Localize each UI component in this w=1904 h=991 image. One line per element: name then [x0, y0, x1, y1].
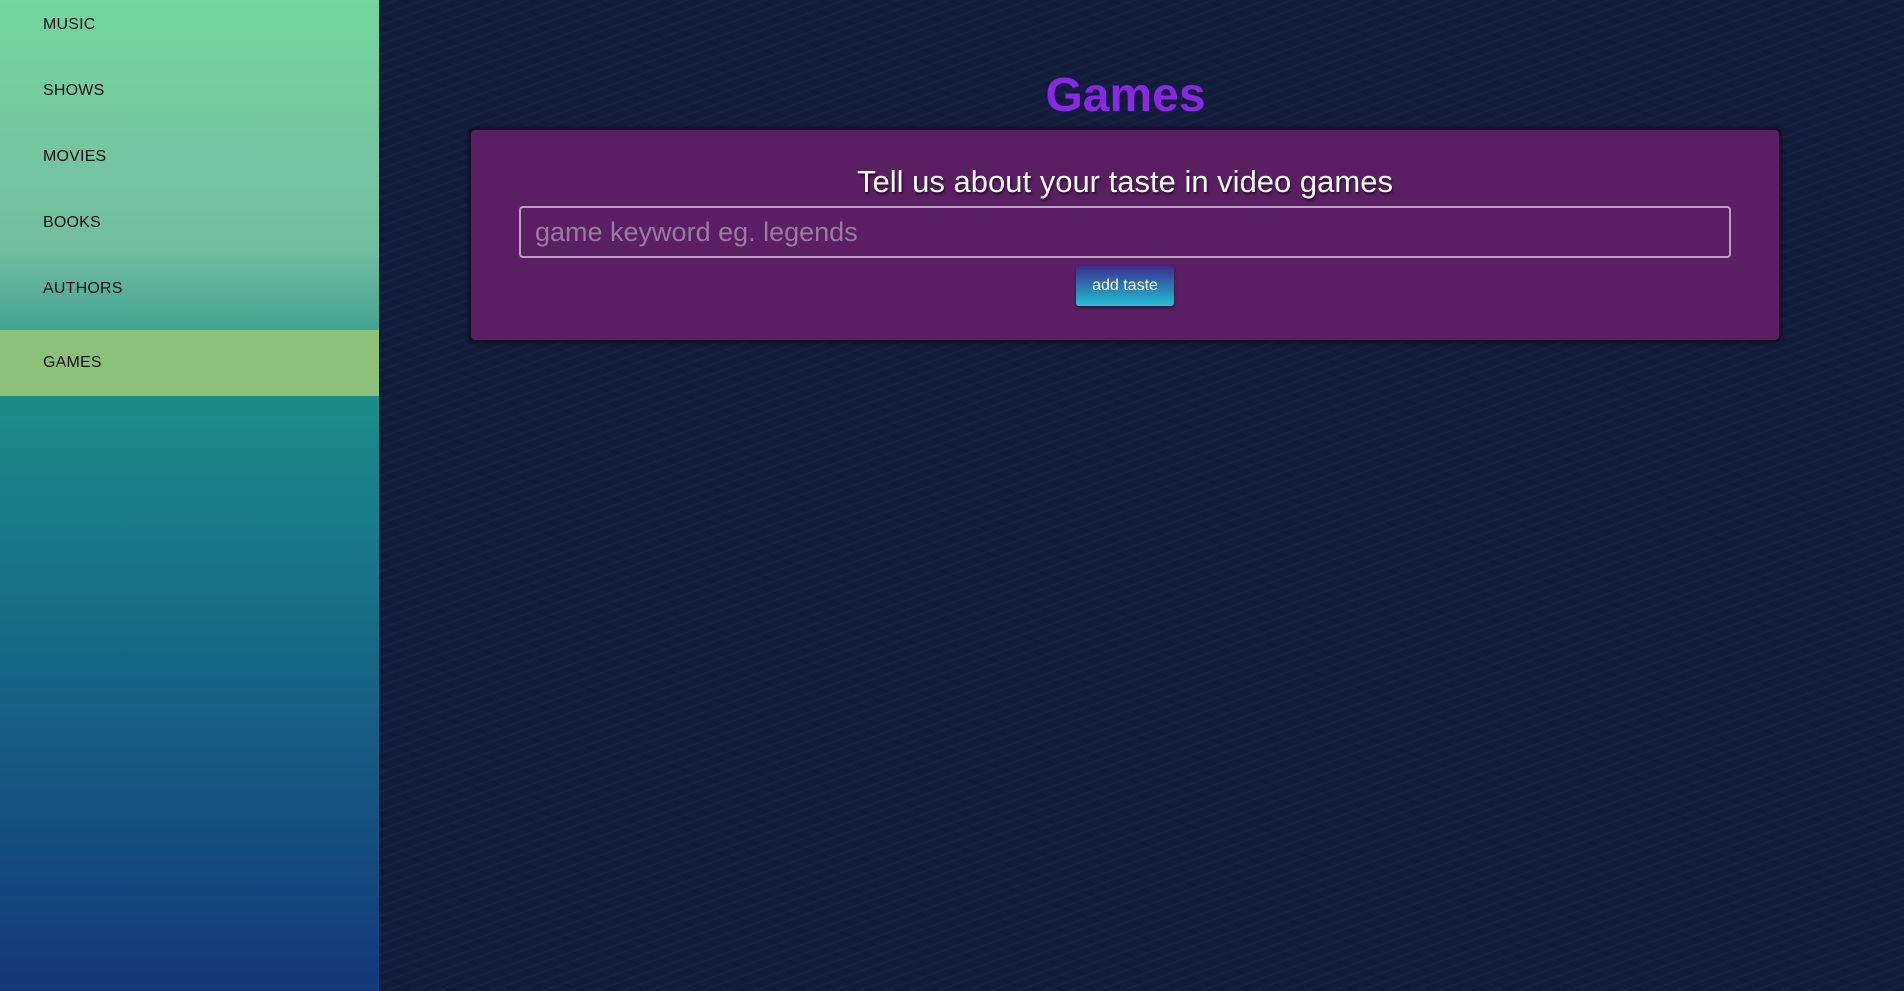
sidebar-item-authors[interactable]: AUTHORS: [0, 264, 379, 330]
sidebar: MUSIC SHOWS MOVIES BOOKS AUTHORS GAMES: [0, 0, 379, 991]
sidebar-item-books[interactable]: BOOKS: [0, 198, 379, 264]
sidebar-item-shows[interactable]: SHOWS: [0, 66, 379, 132]
sidebar-item-games[interactable]: GAMES: [0, 330, 379, 396]
game-keyword-input[interactable]: [519, 206, 1731, 258]
panel-heading: Tell us about your taste in video games: [857, 164, 1393, 199]
sidebar-item-movies[interactable]: MOVIES: [0, 132, 379, 198]
add-taste-button[interactable]: add taste: [1076, 266, 1174, 306]
taste-panel: Tell us about your taste in video games …: [469, 128, 1781, 342]
main-content: Games Tell us about your taste in video …: [379, 0, 1904, 991]
page-title: Games: [1045, 69, 1206, 122]
sidebar-item-music[interactable]: MUSIC: [0, 0, 379, 66]
